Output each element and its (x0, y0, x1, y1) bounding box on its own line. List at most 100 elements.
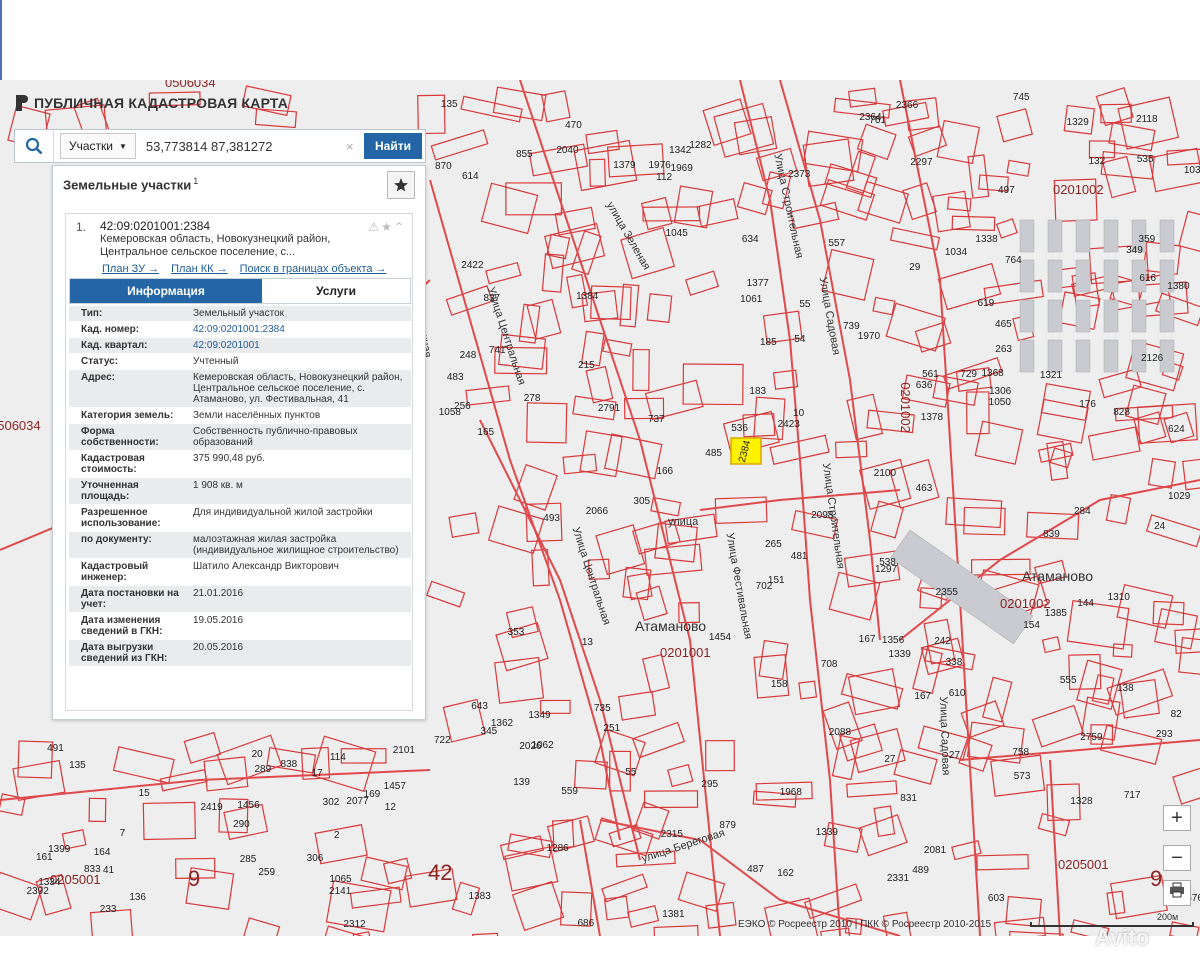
parcel-boundary[interactable] (142, 801, 196, 841)
link-search-in-bounds[interactable]: Поиск в границах объекта → (240, 263, 387, 275)
parcel-boundary[interactable] (828, 571, 881, 621)
parcel-boundary[interactable] (585, 129, 621, 155)
parcel-boundary[interactable] (340, 748, 387, 764)
object-type-select[interactable]: Участки ▼ (60, 133, 136, 159)
link-plan-kk[interactable]: План КК → (171, 263, 227, 275)
parcel-boundary[interactable] (976, 853, 1029, 871)
parcel-boundary[interactable] (714, 496, 768, 525)
parcel-boundary[interactable] (471, 932, 500, 936)
parcel-boundary[interactable] (1172, 763, 1200, 805)
parcel-boundary[interactable] (595, 524, 646, 576)
parcel-boundary[interactable] (1087, 426, 1141, 461)
parcel-boundary[interactable] (632, 348, 650, 392)
parcel-boundary[interactable] (834, 440, 868, 459)
parcel-boundary[interactable] (869, 500, 905, 539)
parcel-boundary[interactable] (914, 321, 952, 353)
parcel-boundary[interactable] (1007, 930, 1064, 936)
parcel-boundary[interactable] (360, 856, 409, 891)
parcel-boundary[interactable] (667, 763, 694, 788)
parcel-boundary[interactable] (996, 108, 1034, 143)
parcel-boundary[interactable] (1041, 636, 1061, 654)
parcel-boundary[interactable] (88, 797, 107, 823)
zoom-out-button[interactable]: − (1163, 845, 1191, 871)
parcel-boundary[interactable] (203, 756, 249, 792)
parcel-boundary[interactable] (480, 182, 539, 235)
tab-services[interactable]: Услуги (262, 279, 410, 303)
parcel-boundary[interactable] (981, 676, 1013, 723)
parcel-boundary[interactable] (822, 701, 863, 751)
favorite-button[interactable] (387, 171, 415, 199)
parcel-boundary[interactable] (758, 639, 789, 681)
parcel-boundary[interactable] (594, 817, 654, 857)
search-icon[interactable] (15, 130, 54, 162)
parcel-boundary[interactable] (1178, 210, 1200, 259)
search-input[interactable] (135, 133, 346, 159)
parcel-boundary[interactable] (646, 293, 673, 323)
parcel-boundary[interactable] (631, 721, 686, 759)
parcel-boundary[interactable] (485, 261, 522, 285)
parcel-boundary[interactable] (1112, 643, 1133, 658)
parcel-boundary[interactable] (873, 805, 896, 837)
parcel-boundary[interactable] (753, 396, 786, 441)
parcel-boundary[interactable] (684, 270, 720, 296)
print-button[interactable] (1163, 880, 1191, 906)
parcel-boundary[interactable] (702, 98, 752, 147)
parcel-boundary[interactable] (974, 420, 1024, 465)
parcel-boundary[interactable] (966, 391, 990, 435)
parcel-boundary[interactable] (640, 196, 673, 231)
parcel-boundary[interactable] (239, 917, 281, 936)
parcel-boundary[interactable] (1147, 457, 1177, 489)
parcel-boundary[interactable] (430, 129, 489, 161)
parcel-boundary[interactable] (1098, 368, 1142, 399)
info-value[interactable]: 42:09:0201001:2384 (181, 322, 411, 337)
parcel-boundary[interactable] (603, 433, 663, 480)
parcel-boundary[interactable] (627, 905, 660, 928)
parcel-boundary[interactable] (705, 740, 735, 772)
parcel-boundary[interactable] (963, 506, 1006, 536)
parcel-boundary[interactable] (967, 154, 990, 199)
parcel-boundary[interactable] (448, 512, 480, 538)
parcel-boundary[interactable] (618, 691, 657, 721)
tab-information[interactable]: Информация (70, 279, 262, 303)
parcel-boundary[interactable] (682, 363, 744, 406)
parcel-boundary[interactable] (492, 86, 547, 122)
clear-icon[interactable]: × (346, 139, 364, 154)
parcel-boundary[interactable] (603, 895, 630, 921)
parcel-boundary[interactable] (885, 302, 947, 352)
parcel-boundary[interactable] (183, 731, 222, 764)
parcel-boundary[interactable] (1106, 890, 1126, 916)
parcel-boundary[interactable] (653, 924, 700, 936)
parcel-boundary[interactable] (541, 253, 565, 293)
parcel-boundary[interactable] (585, 365, 614, 404)
parcel-boundary[interactable] (1031, 704, 1084, 748)
parcel-boundary[interactable] (641, 653, 671, 694)
parcel-boundary[interactable] (460, 95, 523, 123)
parcel-boundary[interactable] (1006, 159, 1031, 177)
parcel-boundary[interactable] (311, 735, 377, 792)
parcel-boundary[interactable] (902, 182, 938, 221)
parcel-boundary[interactable] (494, 656, 545, 704)
parcel-boundary[interactable] (798, 680, 818, 700)
parcel-boundary[interactable] (1178, 637, 1200, 678)
parcel-boundary[interactable] (936, 119, 981, 165)
parcel-boundary[interactable] (846, 780, 898, 798)
link-plan-zu[interactable]: План ЗУ → (102, 263, 159, 275)
parcel-boundary[interactable] (1037, 442, 1074, 463)
parcel-boundary[interactable] (1174, 627, 1200, 655)
parcel-boundary[interactable] (872, 296, 896, 316)
result-cadastral-id[interactable]: 42:09:0201001:2384 (100, 219, 210, 233)
parcel-boundary[interactable] (696, 198, 739, 228)
parcel-boundary[interactable] (856, 123, 897, 161)
parcel-boundary[interactable] (349, 886, 402, 909)
parcel-boundary[interactable] (995, 218, 1018, 239)
parcel-boundary[interactable] (571, 230, 602, 276)
parcel-boundary[interactable] (1108, 122, 1156, 152)
info-value[interactable]: 42:09:0201001 (181, 338, 411, 353)
parcel-boundary[interactable] (588, 158, 606, 187)
parcel-boundary[interactable] (526, 402, 568, 444)
parcel-boundary[interactable] (893, 749, 938, 785)
parcel-boundary[interactable] (465, 385, 511, 406)
parcel-boundary[interactable] (601, 873, 648, 903)
parcel-boundary[interactable] (1182, 457, 1200, 491)
result-tools-icons[interactable]: ⚠★⌃ (368, 220, 406, 234)
